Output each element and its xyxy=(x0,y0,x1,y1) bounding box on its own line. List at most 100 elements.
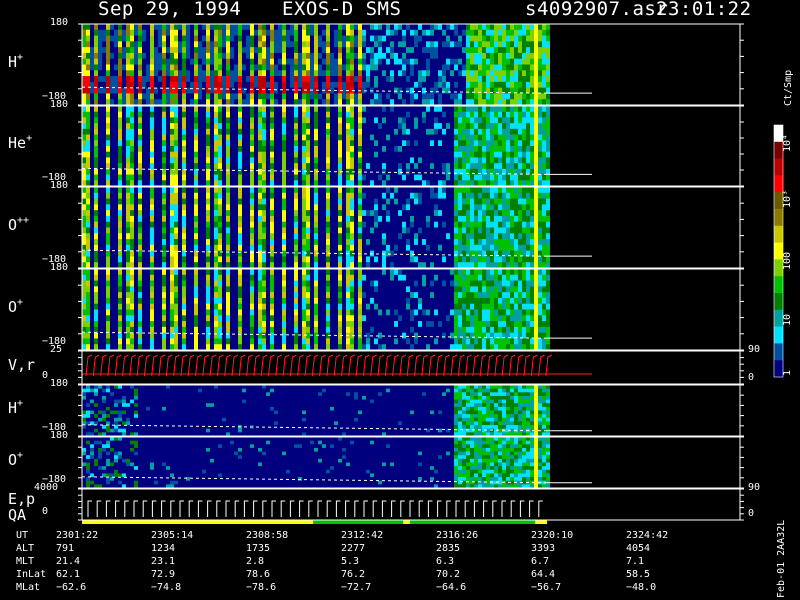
vr-ymin: 0 xyxy=(42,370,49,381)
colorbar-tick: 10⁴ xyxy=(782,133,793,152)
ep-bg xyxy=(82,489,740,520)
heplus-marker xyxy=(534,106,538,186)
footer-row-ut: UT 2301:22 2305:14 2308:58 2312:42 2316:26 232… xyxy=(0,530,800,543)
colorbar-tick: 10 xyxy=(782,313,793,326)
species-name: H xyxy=(8,52,18,71)
ep-label2: QA xyxy=(8,506,27,524)
footer-value: 64.4 xyxy=(531,569,556,580)
footer-row-alt: ALT 791 1234 1735 2277 2835 3393 4054 xyxy=(0,543,800,556)
vr-rmax: 90 xyxy=(748,344,761,355)
footer-value: 5.3 xyxy=(341,556,360,567)
colorbar-segment xyxy=(774,209,783,227)
colorbar-segment xyxy=(774,225,783,244)
hplus-1-marker xyxy=(534,24,538,105)
species-charge: ++ xyxy=(17,214,30,226)
footer-value: 1735 xyxy=(246,543,271,554)
hplus-2-marker xyxy=(534,385,538,436)
oplus-1-marker xyxy=(534,269,538,350)
qa-bar-green-1 xyxy=(313,520,403,524)
footer-value: 76.2 xyxy=(341,569,366,580)
footer-value: −62.6 xyxy=(56,582,87,593)
footer-value: 2835 xyxy=(436,543,461,554)
oplus-2-ymax: 180 xyxy=(50,430,69,441)
footer-value: 72.9 xyxy=(151,569,176,580)
orbit-footer: UT 2301:22 2305:14 2308:58 2312:42 2316:26 232… xyxy=(0,520,800,600)
footer-value: 2312:42 xyxy=(341,530,384,541)
footer-value: 78.6 xyxy=(246,569,271,580)
heplus-ymax: 180 xyxy=(50,99,69,110)
species-name: O xyxy=(8,297,18,316)
footer-row-mlt: MLT 21.4 23.1 2.8 5.3 6.3 6.7 7.1 xyxy=(0,556,800,569)
oplus-2-marker xyxy=(534,437,538,488)
oplus-1-ymax: 180 xyxy=(50,262,69,273)
oplus-1-cells xyxy=(82,269,550,351)
colorbar-segment xyxy=(774,293,783,311)
footer-value: 3393 xyxy=(531,543,556,554)
species-name: O xyxy=(8,450,18,469)
footer-value: 2320:10 xyxy=(531,530,574,541)
colorbar-tick: 10³ xyxy=(782,189,793,208)
footer-value: 58.5 xyxy=(626,569,651,580)
hplus-1-cells xyxy=(82,24,550,106)
vr-rmin: 0 xyxy=(748,372,755,383)
hplus-1-ymax: 180 xyxy=(50,17,69,28)
colorbar-tick: 100 xyxy=(782,251,793,270)
footer-value: 791 xyxy=(56,543,75,554)
footer-row-label: InLat xyxy=(16,569,47,580)
species-charge: + xyxy=(17,449,24,461)
footer-value: 23.1 xyxy=(151,556,176,567)
footer-row-label: MLat xyxy=(16,582,41,593)
colorbar-segment xyxy=(774,276,783,294)
qa-bar-green-2 xyxy=(410,520,535,524)
oplusplus-marker xyxy=(534,187,538,268)
footer-value: 2277 xyxy=(341,543,366,554)
oplusplus-ymax: 180 xyxy=(50,180,69,191)
vr-label: V,r xyxy=(8,356,35,374)
ep-ymin: 0 xyxy=(42,506,49,517)
oplusplus-cells xyxy=(82,187,550,269)
species-name: He xyxy=(8,134,27,152)
species-charge: + xyxy=(26,133,33,144)
footer-value: −72.7 xyxy=(341,582,372,593)
footer-value: 62.1 xyxy=(56,569,81,580)
footer-value: −56.7 xyxy=(531,582,562,593)
species-name: H xyxy=(8,398,18,417)
footer-value: 1234 xyxy=(151,543,176,554)
colorbar-segment xyxy=(774,326,783,344)
footer-value: 21.4 xyxy=(56,556,81,567)
footer-value: −64.6 xyxy=(436,582,467,593)
colorbar-unit: Ct/Smp xyxy=(783,69,794,106)
oplus-2-label: O+ xyxy=(8,449,24,469)
footer-row-label: UT xyxy=(16,530,29,541)
footer-value: 7.1 xyxy=(626,556,645,567)
footer-row-label: MLT xyxy=(16,556,35,567)
colorbar-segment xyxy=(774,158,783,176)
ep-rmin: 0 xyxy=(748,508,755,519)
hplus-1-label: H+ xyxy=(8,51,24,71)
species-charge: + xyxy=(17,51,24,63)
heplus-cells xyxy=(82,106,550,187)
footer-row-inlat: InLat 62.1 72.9 78.6 76.2 70.2 64.4 58.5 xyxy=(0,569,800,582)
footer-row-mlat: MLat −62.6 −74.8 −78.6 −72.7 −64.6 −56.7 −48.0 xyxy=(0,582,800,595)
species-name: V,r xyxy=(8,355,36,374)
hplus-2-ymax: 180 xyxy=(50,378,69,389)
footer-value: −74.8 xyxy=(151,582,182,593)
footer-value: 2.8 xyxy=(246,556,265,567)
footer-value: −78.6 xyxy=(246,582,277,593)
footer-value: 4054 xyxy=(626,543,651,554)
footer-value: 6.7 xyxy=(531,556,550,567)
heplus-label: He+ xyxy=(8,133,33,152)
oplus-1-label: O+ xyxy=(8,297,23,316)
footer-value: 6.3 xyxy=(436,556,455,567)
footer-value: 2316:26 xyxy=(436,530,479,541)
hplus-2-cells xyxy=(82,385,550,437)
oplusplus-label: O++ xyxy=(8,214,30,234)
spectrogram-stack xyxy=(78,23,784,524)
footer-value: 70.2 xyxy=(436,569,461,580)
hplus-2-label: H+ xyxy=(8,398,23,417)
ep-ymax: 4000 xyxy=(34,482,59,493)
vr-ymax: 25 xyxy=(50,344,63,355)
footer-value: 2308:58 xyxy=(246,530,289,541)
footer-value: −48.0 xyxy=(626,582,657,593)
oplus-2-cells xyxy=(82,437,550,489)
